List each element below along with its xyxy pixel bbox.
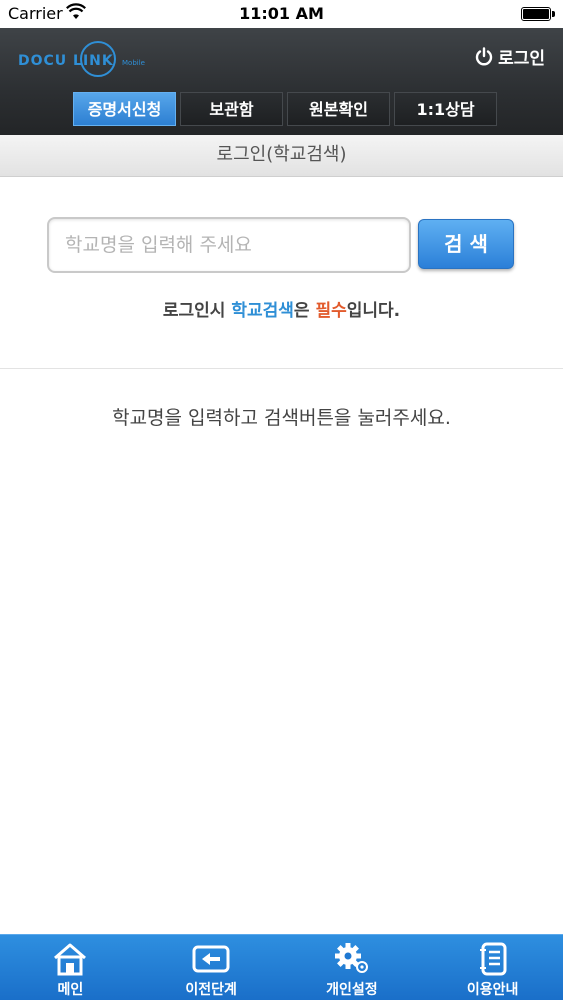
tab-consultation[interactable]: 1:1상담: [394, 92, 497, 126]
notice-school-search: 학교검색: [231, 301, 294, 321]
home-icon: [54, 943, 87, 976]
nav-guide-label: 이용안내: [466, 982, 519, 998]
svg-text:Mobile: Mobile: [122, 59, 145, 67]
nav-previous-label: 이전단계: [185, 982, 237, 998]
notice-prefix: 로그인시: [162, 301, 232, 321]
search-button[interactable]: 검 색: [418, 219, 514, 269]
search-hint: 학교명을 입력하고 검색버튼을 눌러주세요.: [112, 407, 451, 429]
tab-storage[interactable]: 보관함: [180, 92, 283, 126]
nav-previous-step[interactable]: 이전단계: [141, 935, 282, 1000]
login-button[interactable]: 로그인: [474, 44, 545, 69]
bottom-nav: 메인 이전단계 개인설정 이용안내: [0, 934, 563, 1000]
tab-certificate-request[interactable]: 증명서신청: [73, 92, 176, 126]
notice-middle: 은: [293, 301, 316, 321]
nav-main-label: 메인: [57, 982, 84, 998]
gear-icon: [334, 943, 368, 973]
back-arrow-icon: [192, 945, 230, 973]
nav-settings[interactable]: 개인설정: [282, 935, 423, 1000]
status-bar: Carrier 11:01 AM: [0, 0, 563, 28]
school-search-input[interactable]: [47, 217, 411, 273]
notice-required: 필수: [315, 301, 347, 321]
power-icon: [475, 46, 493, 65]
nav-guide[interactable]: 이용안내: [422, 935, 563, 1000]
login-label: 로그인: [498, 49, 545, 69]
guide-book-icon: [479, 942, 507, 976]
notice-suffix: 입니다.: [346, 301, 401, 321]
tab-original-verify[interactable]: 원본확인: [287, 92, 390, 126]
divider: [0, 368, 563, 369]
login-notice: 로그인시 학교검색은 필수입니다.: [0, 296, 563, 321]
clock: 11:01 AM: [239, 4, 324, 23]
nav-settings-label: 개인설정: [326, 982, 378, 998]
nav-main[interactable]: 메인: [0, 935, 141, 1000]
app-header: DOCU LINK Mobile 로그인 증명서신청 보관함 원본확인 1:1상…: [0, 28, 563, 135]
page-title: 로그인(학교검색): [0, 135, 563, 177]
battery-icon: [521, 7, 555, 21]
svg-text:DOCU LINK: DOCU LINK: [18, 53, 114, 69]
main-tabs: 증명서신청 보관함 원본확인 1:1상담: [73, 92, 497, 126]
docu-link-logo: DOCU LINK Mobile: [18, 41, 145, 77]
